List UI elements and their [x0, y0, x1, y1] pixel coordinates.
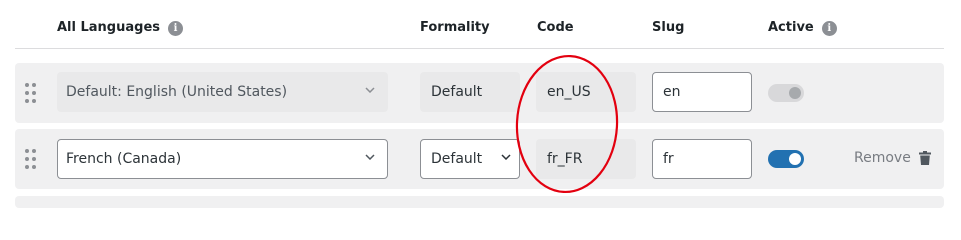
chevron-down-icon [365, 87, 375, 93]
header-all-languages: All Languages i [57, 19, 184, 37]
language-select-value: Default: English (United States) [66, 84, 288, 100]
slug-text: en [663, 84, 681, 100]
formality-text: Default [431, 84, 483, 100]
chevron-down-icon [501, 154, 511, 160]
language-row-partial [15, 196, 944, 208]
drag-handle-icon[interactable] [25, 149, 37, 169]
remove-label: Remove [854, 150, 911, 166]
header-formality: Formality [420, 20, 490, 35]
active-toggle [768, 84, 804, 102]
remove-button[interactable]: Remove [854, 150, 931, 166]
code-field: en_US [536, 72, 636, 112]
toggle-knob [789, 153, 801, 165]
language-select[interactable]: French (Canada) [57, 139, 388, 179]
formality-select-value: Default [431, 151, 483, 167]
header-active: Active i [768, 19, 837, 37]
header-slug: Slug [652, 20, 685, 35]
chevron-down-icon [365, 154, 375, 160]
header-divider [15, 48, 944, 49]
language-select: Default: English (United States) [57, 72, 388, 112]
code-field: fr_FR [536, 139, 636, 179]
trash-icon [918, 151, 931, 165]
language-row-french: French (Canada) Default fr_FR fr Remove [15, 129, 944, 189]
header-all-languages-label: All Languages [57, 20, 161, 35]
formality-value: Default [420, 72, 520, 112]
drag-handle-icon[interactable] [25, 83, 37, 103]
code-text: fr_FR [547, 151, 583, 167]
slug-text: fr [663, 151, 674, 167]
header-active-label: Active [768, 20, 814, 35]
slug-input[interactable]: fr [652, 139, 752, 179]
code-text: en_US [547, 84, 591, 100]
language-select-value: French (Canada) [66, 151, 182, 167]
formality-select[interactable]: Default [420, 139, 520, 179]
info-icon[interactable]: i [821, 20, 837, 36]
header-code: Code [537, 20, 574, 35]
slug-input[interactable]: en [652, 72, 752, 112]
language-row-default: Default: English (United States) Default… [15, 63, 944, 123]
active-toggle[interactable] [768, 150, 804, 168]
info-icon[interactable]: i [168, 20, 184, 36]
toggle-knob [789, 87, 801, 99]
